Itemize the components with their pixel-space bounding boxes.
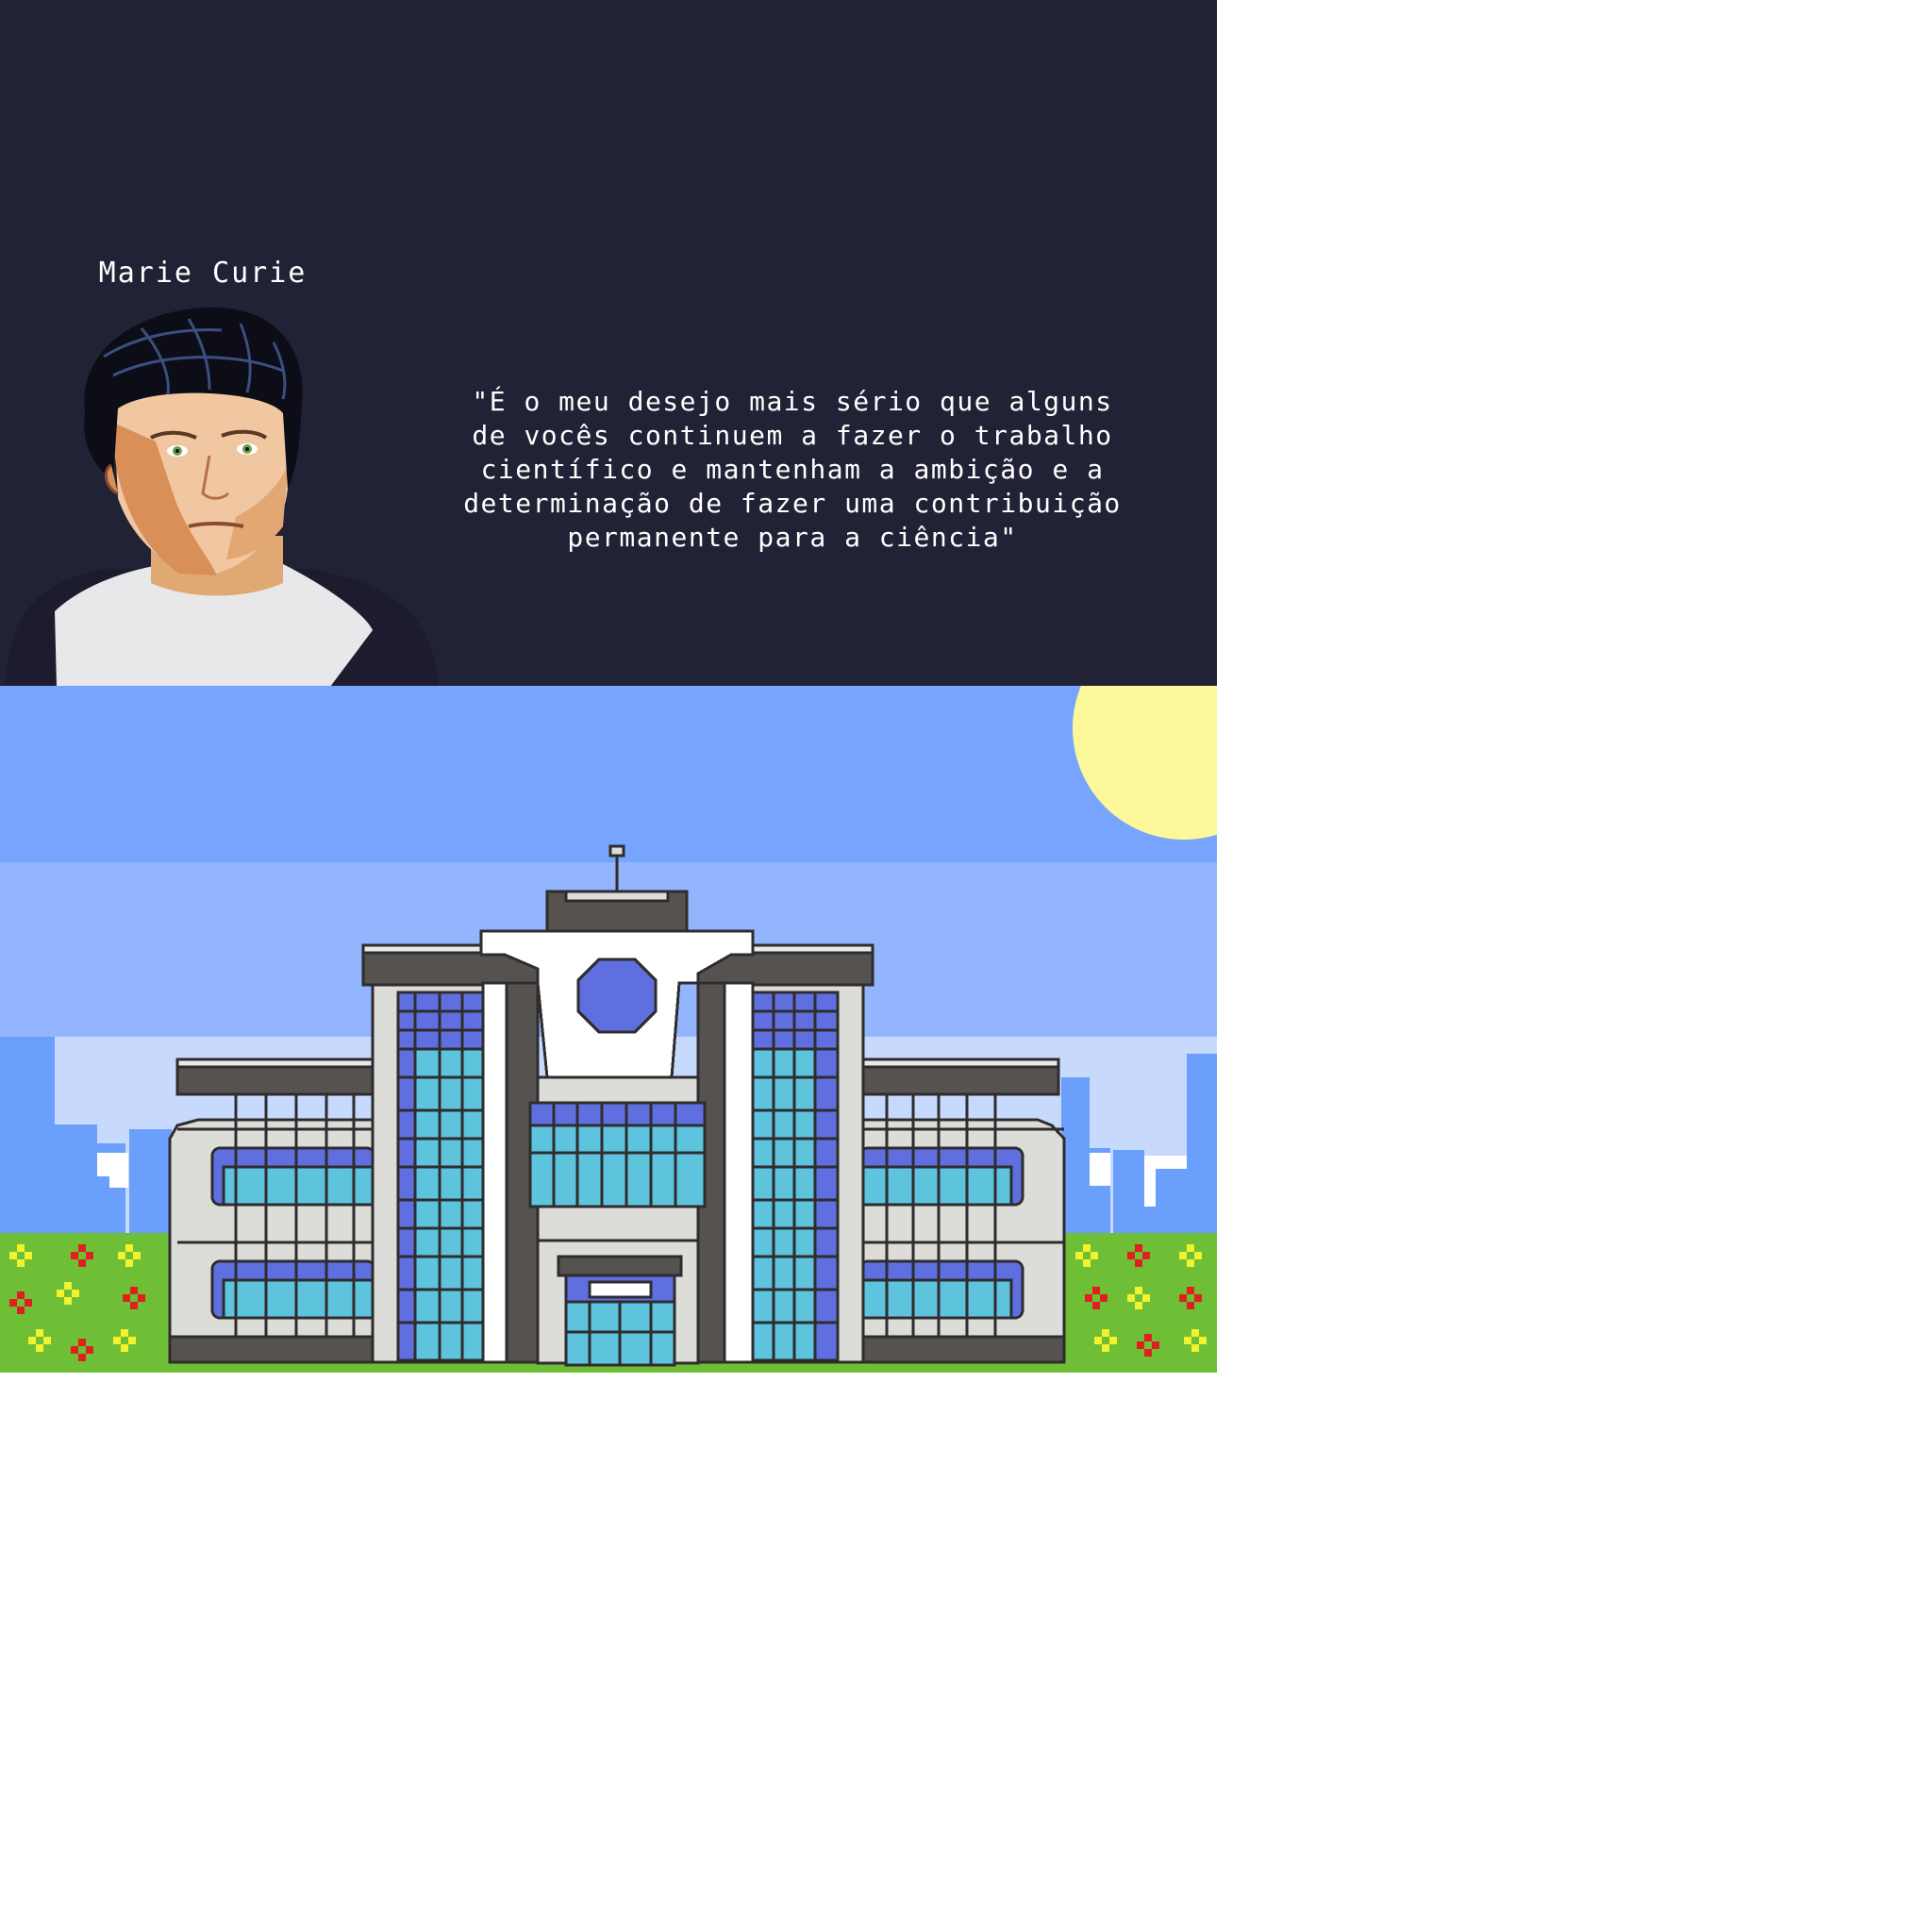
logo-emblem-icon (576, 958, 658, 1034)
sky-top (0, 686, 1217, 862)
speaker-name: Marie Curie (98, 257, 308, 290)
portrait-image (5, 307, 439, 687)
game-world (0, 686, 1217, 1373)
dialogue-panel: Marie Curie "É o meu desejo mais sério q… (0, 0, 1217, 687)
dialogue-quote: "É o meu desejo mais sério que alguns de… (463, 386, 1122, 553)
game-scene: Marie Curie "É o meu desejo mais sério q… (0, 0, 1217, 1373)
